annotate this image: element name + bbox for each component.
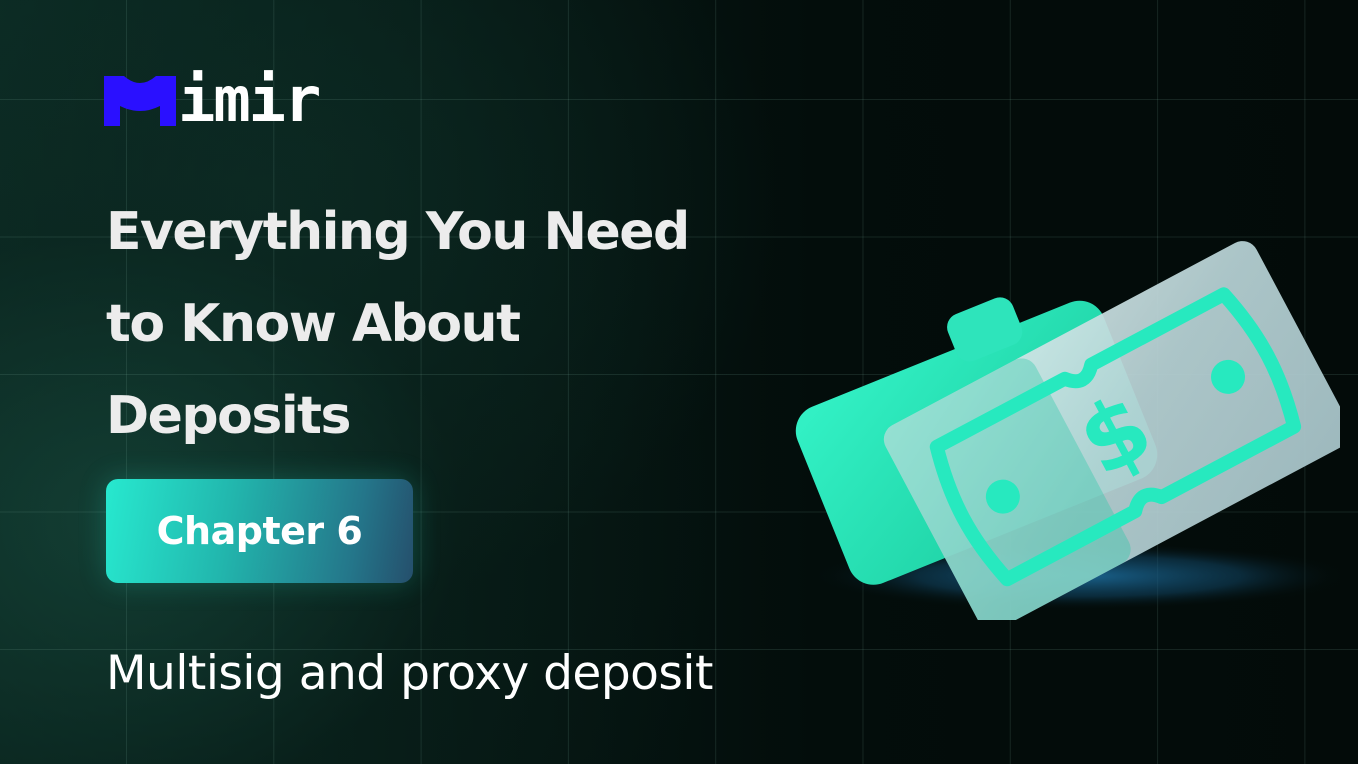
title-line: Everything You Need: [106, 202, 690, 262]
money-bill-icon: $: [795, 241, 1340, 620]
page-title: Everything You Need to Know About Deposi…: [106, 186, 806, 462]
chapter-label: Chapter 6: [156, 509, 363, 553]
title-line: Deposits: [106, 386, 351, 446]
title-line: to Know About: [106, 294, 521, 354]
logo-mark-icon: [104, 76, 176, 126]
banner: imir Everything You Need to Know About D…: [0, 0, 1358, 764]
subtitle: Multisig and proxy deposit: [106, 646, 713, 701]
chapter-badge: Chapter 6: [106, 479, 413, 583]
logo-wordmark: imir: [178, 63, 321, 136]
brand-logo: imir: [104, 63, 321, 136]
